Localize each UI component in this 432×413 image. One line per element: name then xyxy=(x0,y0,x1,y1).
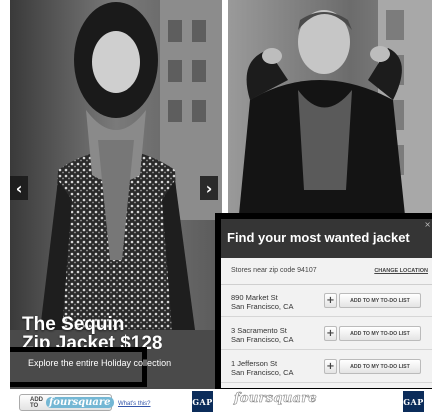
store-city: San Francisco, CA xyxy=(231,368,294,377)
panel-title: Find your most wanted jacket xyxy=(227,230,410,245)
store-address: 1 Jefferson St San Francisco, CA xyxy=(231,359,294,377)
store-row: 3 Sacramento St San Francisco, CA + ADD … xyxy=(221,318,432,350)
next-slide-button[interactable]: › xyxy=(200,176,218,200)
add-to-label: ADD TO xyxy=(30,396,43,409)
store-street: 890 Market St xyxy=(231,293,278,302)
product-headline: The Sequin Zip Jacket $128 xyxy=(22,315,162,349)
right-ad-footer: foursquare GAP xyxy=(228,389,432,413)
plus-icon[interactable]: + xyxy=(324,293,337,308)
whats-this-link[interactable]: What's this? xyxy=(118,401,151,407)
explore-collection-link[interactable]: Explore the entire Holiday collection xyxy=(28,358,171,368)
chevron-left-icon: ‹ xyxy=(15,178,23,198)
add-to-foursquare-button[interactable]: ADD TO foursquare xyxy=(19,394,114,411)
gap-logo[interactable]: GAP xyxy=(192,391,213,412)
chevron-right-icon: › xyxy=(205,178,213,198)
store-street: 3 Sacramento St xyxy=(231,326,287,335)
gap-logo[interactable]: GAP xyxy=(403,391,424,412)
change-location-link[interactable]: CHANGE LOCATION xyxy=(374,268,428,274)
store-row: 890 Market St San Francisco, CA + ADD TO… xyxy=(221,285,432,317)
add-to-todo-button[interactable]: ADD TO MY TO-DO LIST xyxy=(339,293,421,308)
plus-icon[interactable]: + xyxy=(324,326,337,341)
store-street: 1 Jefferson St xyxy=(231,359,278,368)
panel-header: Find your most wanted jacket × xyxy=(221,219,432,258)
previous-slide-button[interactable]: ‹ xyxy=(10,176,28,200)
man-in-jacket-photo xyxy=(228,0,432,225)
add-to-todo-button[interactable]: ADD TO MY TO-DO LIST xyxy=(339,326,421,341)
zip-code-text: Stores near zip code 94107 xyxy=(231,267,317,274)
plus-icon[interactable]: + xyxy=(324,359,337,374)
sequin-jacket-ad[interactable]: ‹ › The Sequin Zip Jacket $128 Explore t… xyxy=(10,0,222,389)
store-row: 1 Jefferson St San Francisco, CA + ADD T… xyxy=(221,351,432,383)
store-city: San Francisco, CA xyxy=(231,335,294,344)
foursquare-logo[interactable]: foursquare xyxy=(234,391,317,407)
panel-body: Stores near zip code 94107 CHANGE LOCATI… xyxy=(221,258,432,388)
close-icon[interactable]: × xyxy=(424,220,431,229)
zip-row: Stores near zip code 94107 CHANGE LOCATI… xyxy=(221,258,432,285)
left-ad-footer: ADD TO foursquare What's this? GAP xyxy=(0,389,222,413)
store-locator-panel: Find your most wanted jacket × Stores ne… xyxy=(215,213,432,389)
foursquare-badge: foursquare xyxy=(46,397,114,408)
store-address: 3 Sacramento St San Francisco, CA xyxy=(231,326,294,344)
add-to-todo-button[interactable]: ADD TO MY TO-DO LIST xyxy=(339,359,421,374)
store-city: San Francisco, CA xyxy=(231,302,294,311)
store-address: 890 Market St San Francisco, CA xyxy=(231,293,294,311)
headline-line-1: The Sequin xyxy=(22,314,125,335)
